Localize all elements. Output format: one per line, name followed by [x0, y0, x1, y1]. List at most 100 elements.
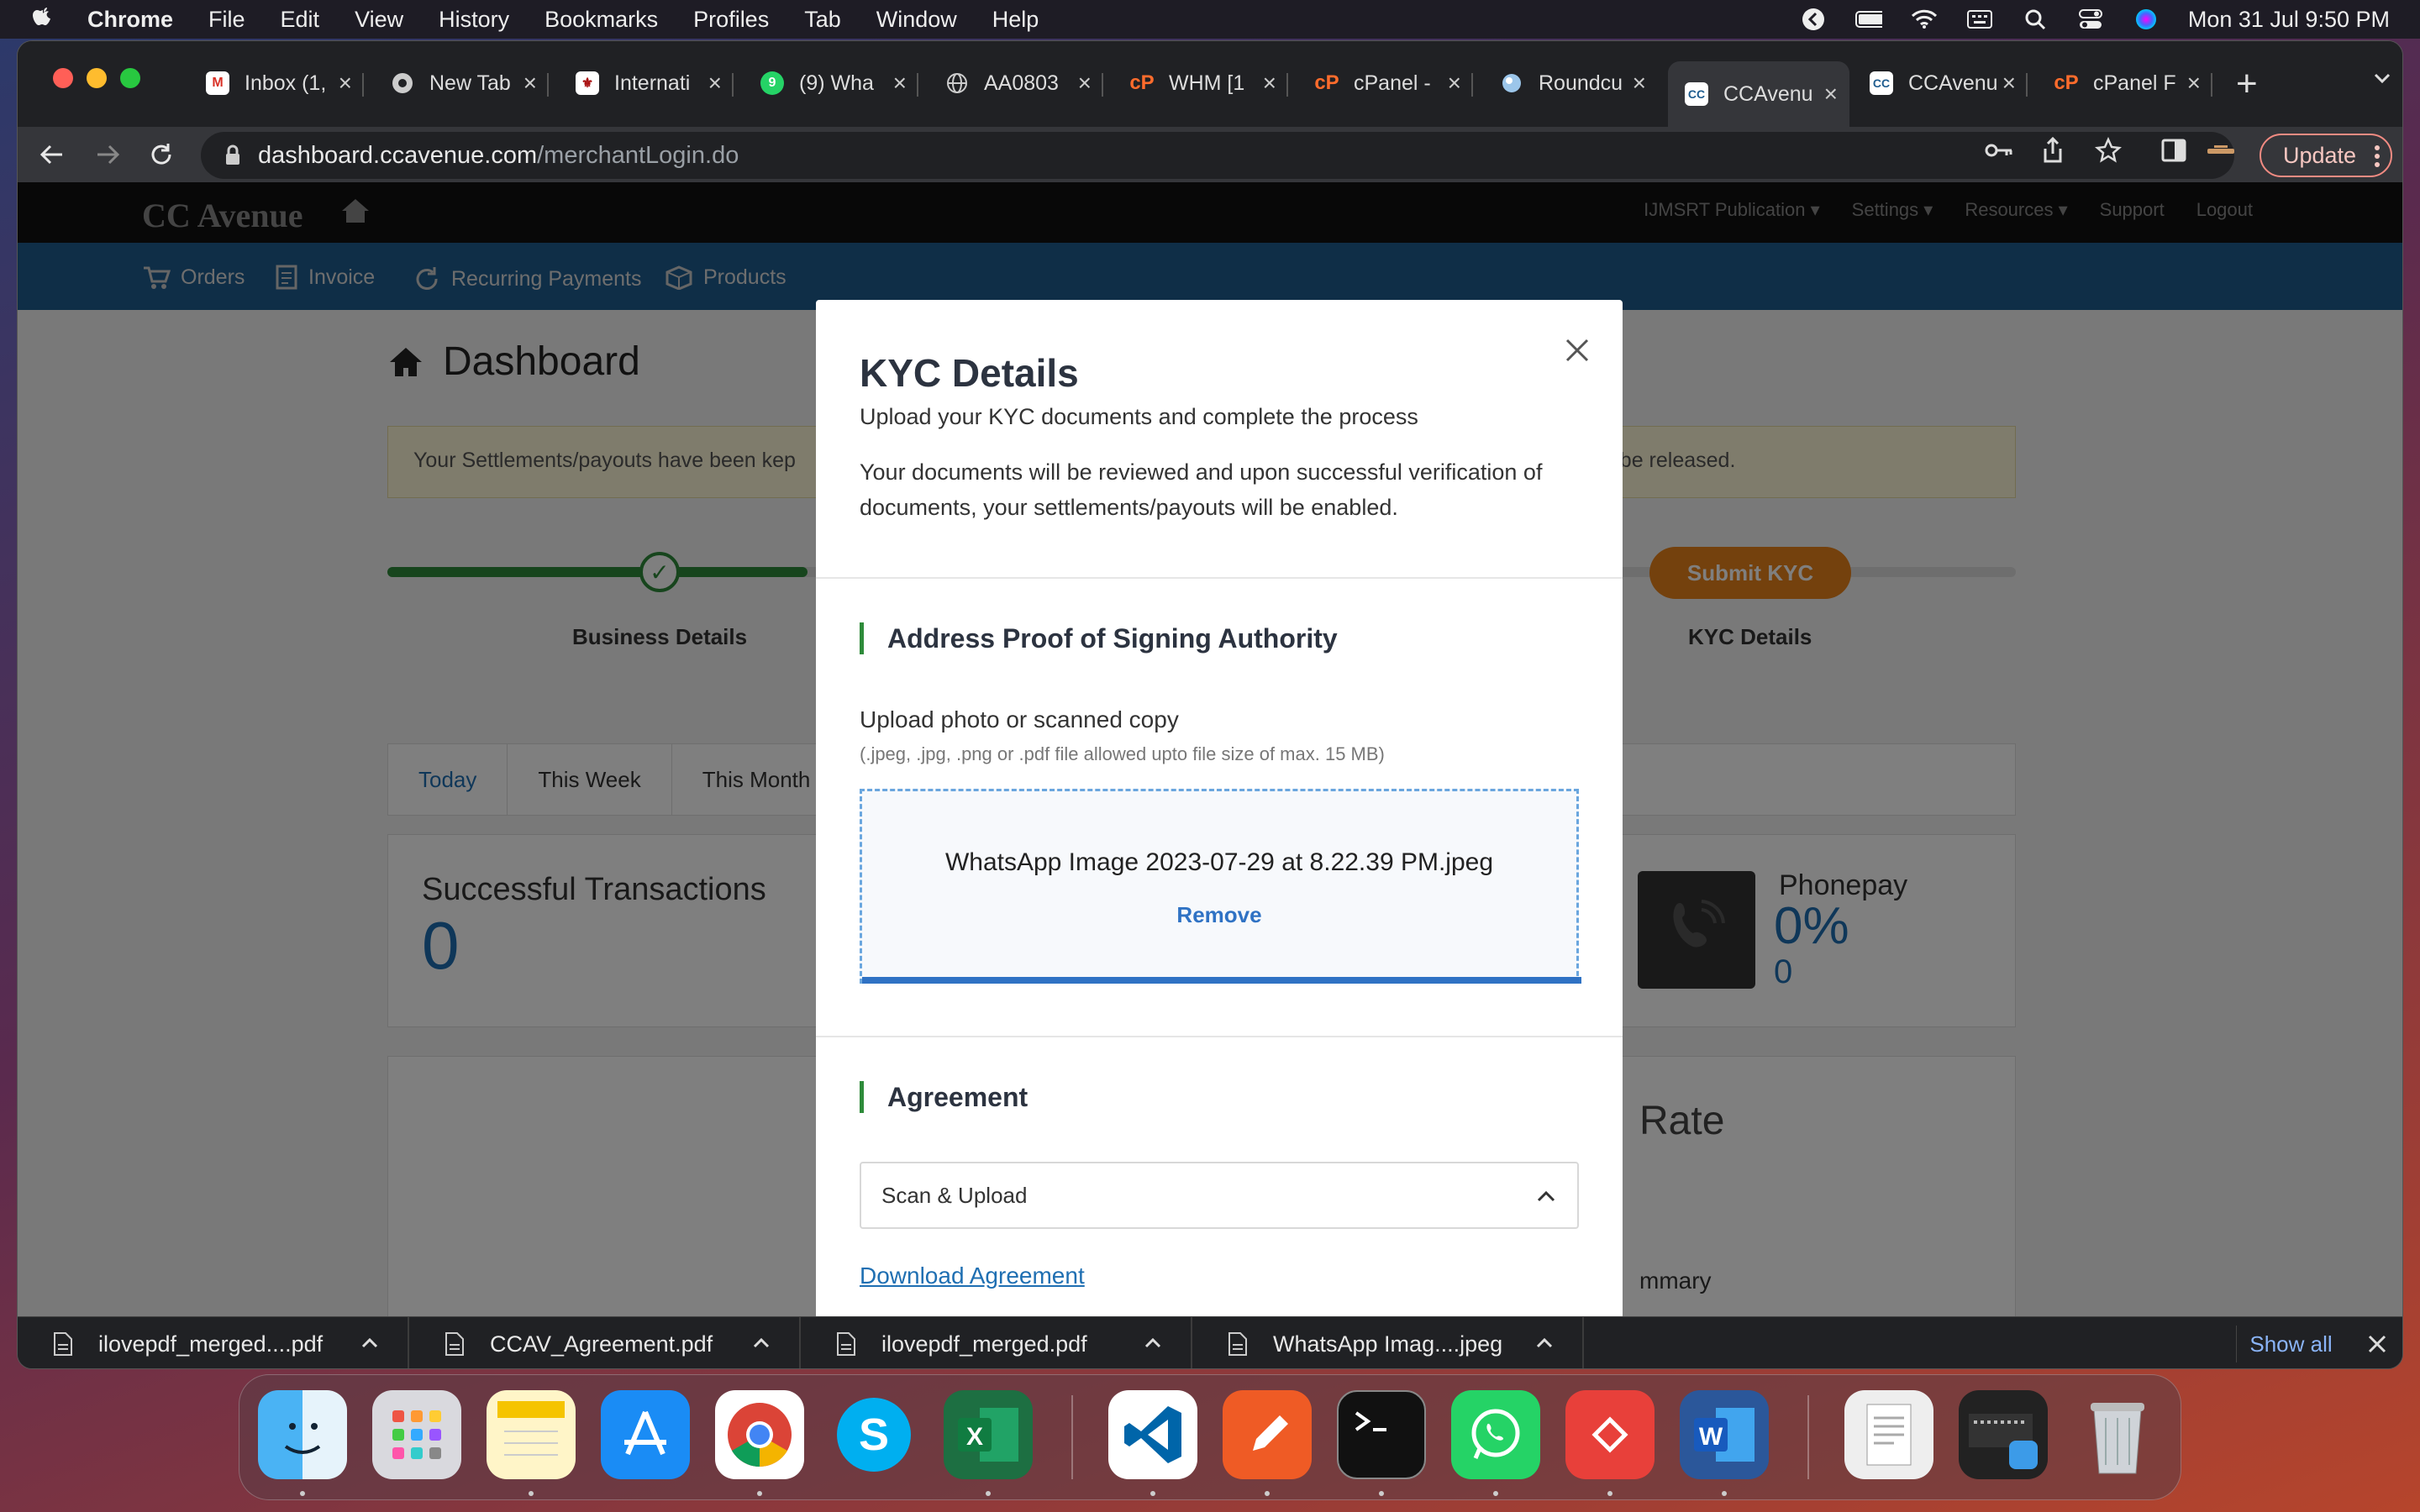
terminal-icon[interactable]: [1337, 1390, 1426, 1479]
lock-icon[interactable]: [224, 144, 241, 166]
downloads-stack-icon[interactable]: [1959, 1390, 2048, 1479]
download-item[interactable]: WhatsApp Imag....jpeg: [1192, 1317, 1584, 1368]
whatsapp-dock-icon[interactable]: [1451, 1390, 1540, 1479]
control-center-icon[interactable]: [2077, 8, 2104, 30]
tab-close-icon[interactable]: ×: [1824, 81, 1838, 108]
menu-tab[interactable]: Tab: [804, 7, 841, 33]
tab-ccavenue[interactable]: CC CCAvenu ×: [1853, 61, 2028, 105]
running-indicator: [1722, 1491, 1727, 1496]
download-agreement-link[interactable]: Download Agreement: [860, 1263, 1085, 1289]
reload-icon[interactable]: [144, 137, 179, 172]
tab-close-icon[interactable]: ×: [339, 70, 352, 97]
preview-document-icon[interactable]: [1844, 1390, 1933, 1479]
running-indicator: [529, 1491, 534, 1496]
file-drop-zone[interactable]: WhatsApp Image 2023-07-29 at 8.22.39 PM.…: [860, 789, 1581, 984]
menu-help[interactable]: Help: [992, 7, 1039, 33]
spotlight-search-icon[interactable]: [2022, 8, 2049, 30]
side-panel-icon[interactable]: [2159, 135, 2189, 165]
file-icon: [445, 1332, 464, 1356]
siri-icon[interactable]: [2133, 8, 2160, 30]
window-minimize-button[interactable]: [87, 68, 107, 88]
menubar-clock[interactable]: Mon 31 Jul 9:50 PM: [2188, 7, 2390, 33]
notes-icon[interactable]: [487, 1390, 576, 1479]
tab-label: New Tab: [429, 71, 511, 95]
tab-close-icon[interactable]: ×: [1448, 70, 1461, 97]
tab-close-icon[interactable]: ×: [523, 70, 537, 97]
apple-menu-icon[interactable]: [32, 7, 54, 32]
menu-edit[interactable]: Edit: [281, 7, 320, 33]
launchpad-icon[interactable]: [372, 1390, 461, 1479]
menu-file[interactable]: File: [208, 7, 245, 33]
download-item[interactable]: ilovepdf_merged.pdf: [801, 1317, 1192, 1368]
tab-gmail[interactable]: M Inbox (1, ×: [189, 61, 364, 105]
finder-icon[interactable]: [258, 1390, 347, 1479]
vscode-icon[interactable]: [1108, 1390, 1197, 1479]
menu-bookmarks[interactable]: Bookmarks: [544, 7, 658, 33]
wifi-icon[interactable]: [1911, 8, 1938, 30]
dock-separator: [1071, 1395, 1073, 1479]
back-arrow-icon[interactable]: [34, 137, 70, 172]
tab-close-icon[interactable]: ×: [1078, 70, 1092, 97]
menu-app-chrome[interactable]: Chrome: [87, 7, 173, 33]
download-item[interactable]: CCAV_Agreement.pdf: [409, 1317, 801, 1368]
tab-close-icon[interactable]: ×: [708, 70, 722, 97]
window-close-button[interactable]: [53, 68, 73, 88]
menu-profiles[interactable]: Profiles: [693, 7, 769, 33]
remove-file-button[interactable]: Remove: [862, 902, 1576, 928]
tab-roundcube[interactable]: Roundcu ×: [1483, 61, 1658, 105]
menu-window[interactable]: Window: [876, 7, 957, 33]
tab-cpanel-file[interactable]: cP cPanel F ×: [2038, 61, 2212, 105]
download-item[interactable]: ilovepdf_merged....pdf: [18, 1317, 409, 1368]
tab-aa0803[interactable]: AA0803 ×: [929, 61, 1103, 105]
modal-close-icon[interactable]: [1560, 333, 1594, 367]
tab-cpanel[interactable]: cP cPanel - ×: [1298, 61, 1473, 105]
bookmark-star-icon[interactable]: [2093, 135, 2123, 165]
input-source-icon[interactable]: [1966, 8, 1993, 30]
share-icon[interactable]: [2038, 135, 2068, 165]
tab-close-icon[interactable]: ×: [1633, 70, 1646, 97]
running-indicator: [1493, 1491, 1498, 1496]
skype-icon[interactable]: S: [829, 1390, 918, 1479]
menu-view[interactable]: View: [355, 7, 403, 33]
tab-whm[interactable]: cP WHM [1 ×: [1113, 61, 1288, 105]
profile-avatar-icon[interactable]: [2206, 135, 2236, 165]
tab-close-icon[interactable]: ×: [1263, 70, 1276, 97]
menu-history[interactable]: History: [439, 7, 509, 33]
tab-whatsapp[interactable]: 9 (9) Wha ×: [744, 61, 918, 105]
tab-separator: [547, 73, 549, 97]
battery-icon[interactable]: [1854, 8, 1882, 30]
tab-ccavenue-active[interactable]: CC CCAvenu ×: [1668, 61, 1849, 127]
tab-close-icon[interactable]: ×: [2002, 70, 2016, 97]
chevron-up-icon[interactable]: [1140, 1331, 1165, 1356]
agreement-method-select[interactable]: Scan & Upload: [860, 1162, 1579, 1229]
chrome-dock-icon[interactable]: [715, 1390, 804, 1479]
app-store-icon[interactable]: [601, 1390, 690, 1479]
download-filename: ilovepdf_merged....pdf: [98, 1331, 324, 1357]
tab-close-icon[interactable]: ×: [893, 70, 907, 97]
excel-icon[interactable]: X: [944, 1390, 1033, 1479]
show-all-downloads-button[interactable]: Show all: [2236, 1326, 2345, 1362]
postman-icon[interactable]: [1223, 1390, 1312, 1479]
tab-new-tab[interactable]: New Tab ×: [374, 61, 549, 105]
chevron-up-icon[interactable]: [749, 1331, 774, 1356]
chrome-update-button[interactable]: Update: [2260, 134, 2392, 177]
status-app-icon[interactable]: [1800, 8, 1827, 30]
cpanel-icon: cP: [1314, 71, 1339, 94]
chevron-up-icon[interactable]: [357, 1331, 382, 1356]
tab-international[interactable]: ⚜ Internati ×: [559, 61, 734, 105]
more-menu-icon[interactable]: [2374, 144, 2381, 175]
file-icon: [1228, 1332, 1247, 1356]
password-key-icon[interactable]: [1984, 135, 2014, 165]
window-zoom-button[interactable]: [120, 68, 140, 88]
new-tab-plus-icon[interactable]: +: [2236, 63, 2258, 105]
trash-icon[interactable]: [2073, 1390, 2162, 1479]
tab-search-chevron-icon[interactable]: [2370, 66, 2394, 96]
download-filename: ilovepdf_merged.pdf: [881, 1331, 1087, 1357]
chevron-up-icon[interactable]: [1532, 1331, 1557, 1356]
forward-arrow-icon[interactable]: [90, 137, 125, 172]
anydesk-icon[interactable]: [1565, 1390, 1655, 1479]
word-icon[interactable]: W: [1680, 1390, 1769, 1479]
close-downloads-icon[interactable]: [2362, 1329, 2392, 1359]
address-bar[interactable]: dashboard.ccavenue.com/merchantLogin.do: [201, 132, 2234, 179]
tab-close-icon[interactable]: ×: [2187, 70, 2201, 97]
